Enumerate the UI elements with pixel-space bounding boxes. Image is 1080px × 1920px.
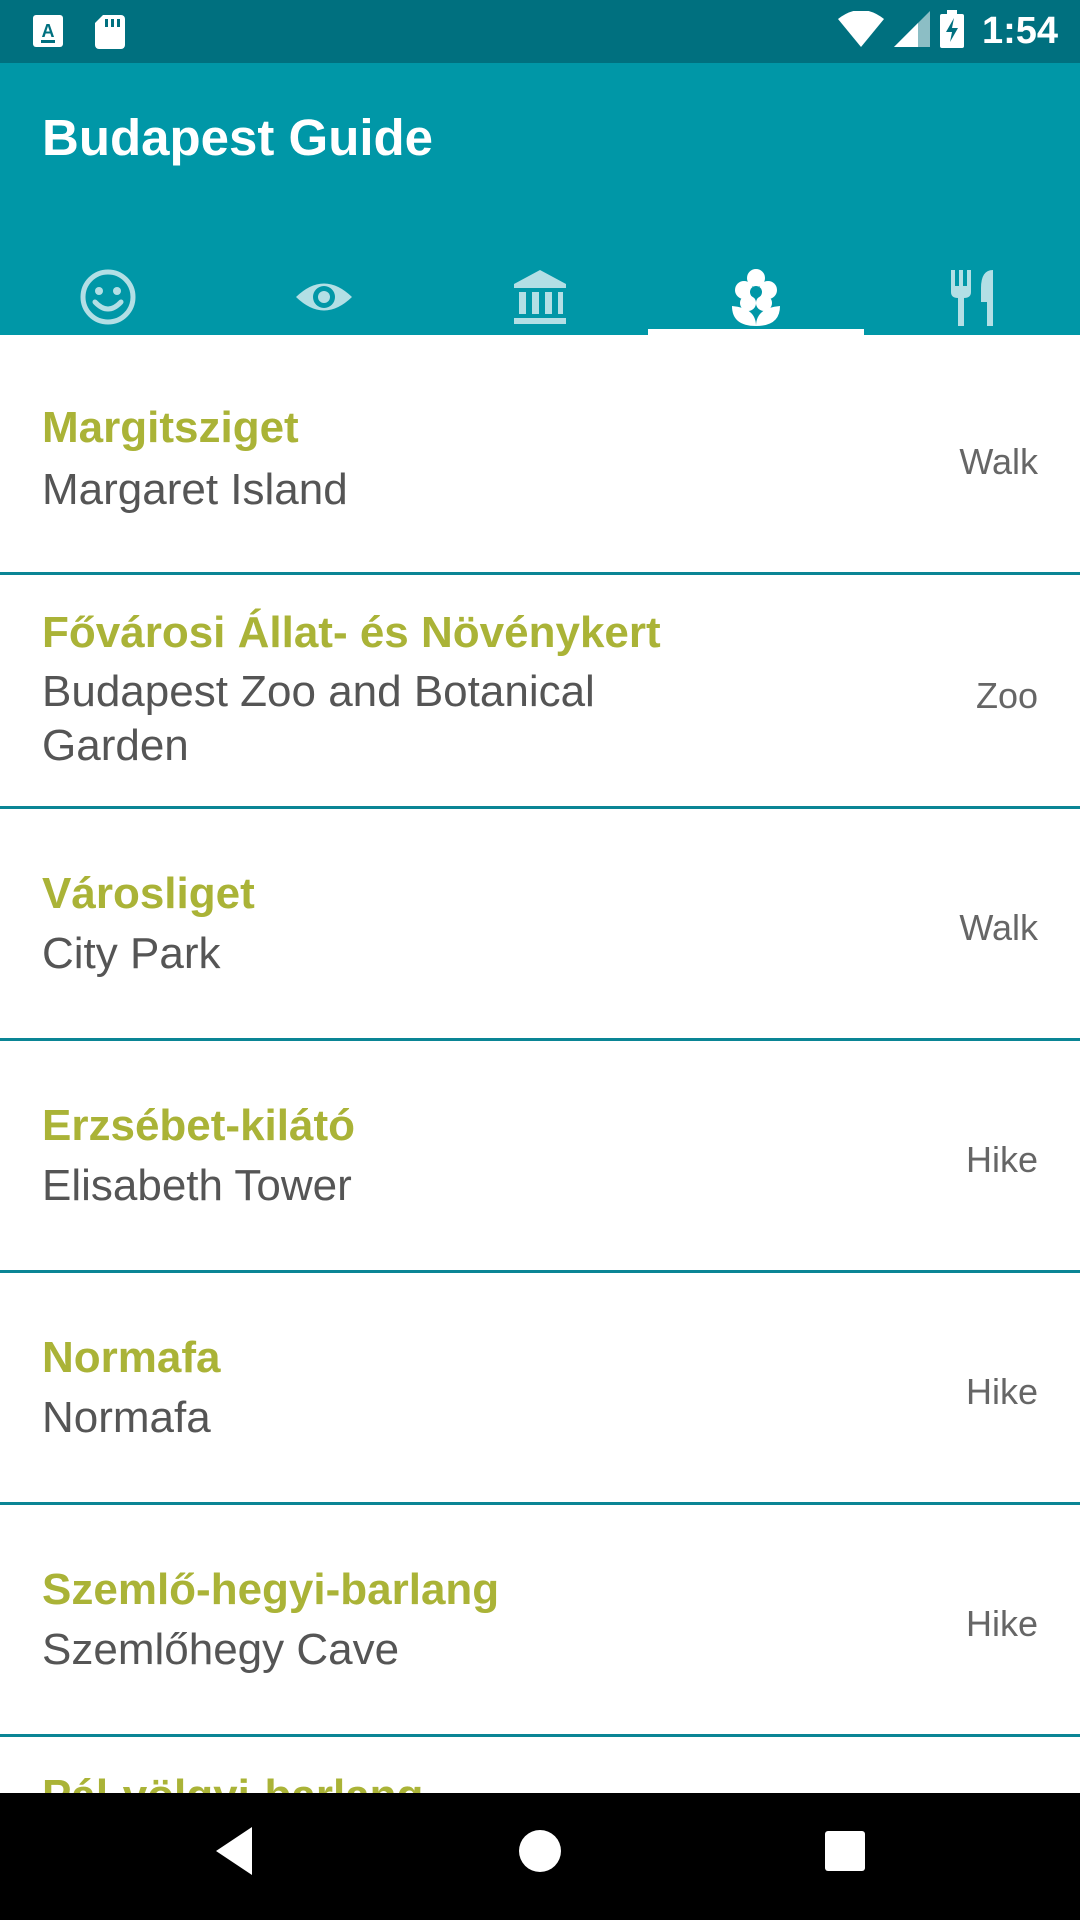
battery-charging-icon — [939, 10, 964, 53]
recents-icon[interactable] — [820, 1823, 870, 1884]
place-name-hungarian: Pál-völgyi-barlang — [42, 1771, 423, 1793]
sd-card-icon — [95, 15, 125, 54]
status-time: 1:54 — [981, 10, 1058, 52]
place-name-hungarian: Városliget — [42, 869, 255, 918]
place-name-hungarian: Szemlő-hegyi-barlang — [42, 1565, 500, 1614]
place-name-english: Szemlőhegy Cave — [42, 1625, 400, 1674]
place-name-english: Budapest Zoo and Botanical Garden — [42, 667, 595, 770]
home-icon[interactable] — [515, 1823, 565, 1884]
tab-nature[interactable] — [648, 238, 864, 335]
tab-sights[interactable] — [216, 238, 432, 335]
place-name-english: Normafa — [42, 1393, 211, 1442]
tab-restaurants[interactable] — [864, 238, 1080, 335]
place-name-english: Margaret Island — [42, 465, 348, 514]
list-item-partial[interactable]: Pál-völgyi-barlang — [0, 1737, 1080, 1793]
place-type: Zoo — [975, 675, 1038, 716]
place-name-hungarian: Normafa — [42, 1333, 221, 1382]
app-title: Budapest Guide — [42, 109, 434, 166]
flower-icon — [728, 238, 784, 331]
place-name-english: Elisabeth Tower — [42, 1161, 352, 1210]
tab-bar — [0, 238, 1080, 335]
place-type: Hike — [965, 1371, 1038, 1412]
list-item[interactable]: Margitsziget Margaret Island Walk — [0, 343, 1080, 575]
tab-kids[interactable] — [0, 238, 216, 335]
place-type: Walk — [959, 907, 1038, 948]
place-name-english: City Park — [42, 929, 221, 978]
place-name-hungarian: Margitsziget — [42, 403, 299, 452]
wifi-icon — [837, 10, 884, 52]
list-item[interactable]: Városliget City Park Walk — [0, 809, 1080, 1041]
places-list[interactable]: Margitsziget Margaret Island Walk Főváro… — [0, 343, 1080, 1793]
back-icon[interactable] — [210, 1823, 260, 1884]
place-name-hungarian: Erzsébet-kilátó — [42, 1101, 355, 1150]
keyboard-a-icon: A — [33, 15, 63, 52]
signal-icon — [893, 11, 930, 52]
place-type: Hike — [965, 1603, 1038, 1644]
restaurant-icon — [947, 238, 997, 331]
museum-icon — [512, 238, 568, 331]
place-type: Hike — [965, 1139, 1038, 1180]
list-item[interactable]: Szemlő-hegyi-barlang Szemlőhegy Cave Hik… — [0, 1505, 1080, 1737]
system-nav-bar — [0, 1793, 1080, 1920]
svg-text:A: A — [42, 21, 55, 41]
selected-tab-indicator — [648, 329, 864, 335]
place-name-hungarian: Fővárosi Állat- és Növénykert — [42, 608, 661, 657]
app-bar: Budapest Guide — [0, 63, 1080, 335]
list-item[interactable]: Normafa Normafa Hike — [0, 1273, 1080, 1505]
status-bar: A 1:54 — [0, 0, 1080, 63]
tab-museums[interactable] — [432, 238, 648, 335]
place-type: Walk — [959, 441, 1038, 482]
eye-icon — [294, 238, 354, 331]
list-item[interactable]: Fővárosi Állat- és Növénykert Budapest Z… — [0, 575, 1080, 809]
list-item[interactable]: Erzsébet-kilátó Elisabeth Tower Hike — [0, 1041, 1080, 1273]
smiley-icon — [79, 238, 137, 331]
